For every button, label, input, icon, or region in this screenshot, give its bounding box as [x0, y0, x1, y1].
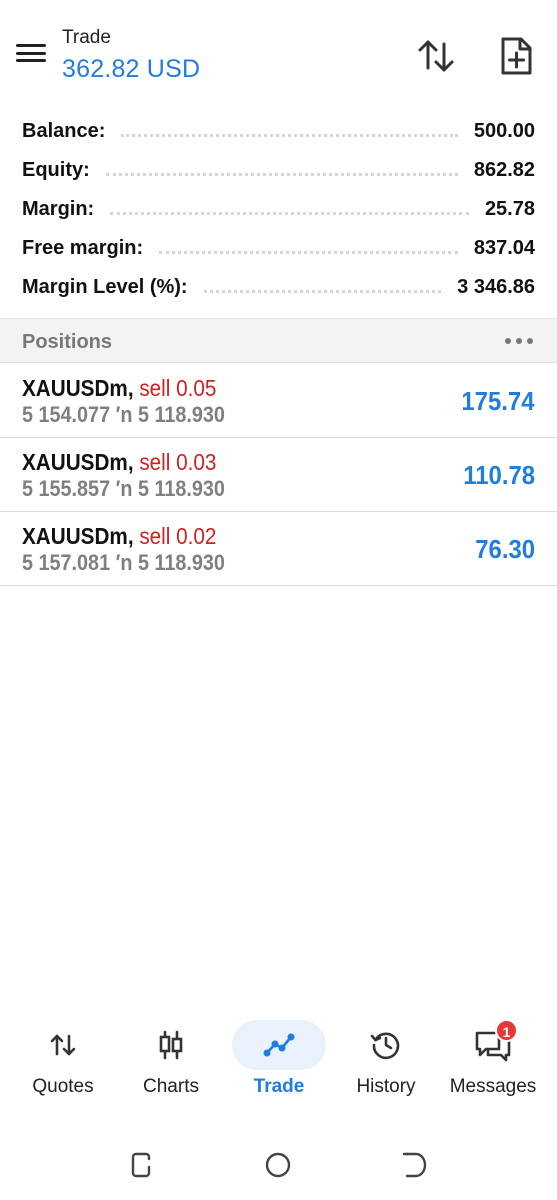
open-price: 5 157.081 — [22, 550, 111, 575]
arrow-separator: ′n — [115, 550, 138, 575]
bottom-navigation: Quotes Charts Trade History 1 Messages — [0, 1010, 557, 1105]
position-row[interactable]: XAUUSDm, sell 0.03 5 155.857 ′n 5 118.93… — [0, 438, 557, 512]
current-price: 5 118.930 — [137, 550, 225, 575]
header-balance: 362.82 USD — [62, 55, 201, 83]
app-header: Trade 362.82 USD — [0, 0, 557, 100]
nav-icon-container — [232, 1020, 326, 1070]
menu-icon-bar — [16, 44, 46, 47]
dot — [505, 338, 511, 344]
position-row[interactable]: XAUUSDm, sell 0.02 5 157.081 ′n 5 118.93… — [0, 512, 557, 586]
dotted-leader — [203, 290, 442, 293]
position-symbol-line: XAUUSDm, sell 0.02 — [22, 523, 216, 550]
dot — [516, 338, 522, 344]
nav-label: Trade — [253, 1076, 305, 1097]
summary-row-margin-level: Margin Level (%): 3 346.86 — [0, 268, 557, 307]
trade-icon — [263, 1033, 295, 1057]
summary-label: Margin: — [22, 198, 95, 220]
account-summary: Balance: 500.00 Equity: 862.82 Margin: 2… — [0, 112, 557, 307]
recent-apps-button[interactable] — [122, 1148, 162, 1182]
position-prices: 5 157.081 ′n 5 118.930 — [22, 550, 225, 576]
dot — [527, 338, 533, 344]
position-profit: 76.30 — [475, 534, 535, 564]
summary-label: Balance: — [22, 120, 106, 142]
nav-label: Charts — [143, 1076, 199, 1097]
nav-icon-container: 1 — [446, 1019, 540, 1070]
nav-label: Quotes — [32, 1076, 94, 1097]
dotted-leader — [159, 251, 458, 254]
back-icon — [402, 1152, 427, 1178]
unread-badge: 1 — [495, 1019, 518, 1042]
trade-screen: Trade 362.82 USD Balance: 500.00 Equity:… — [0, 0, 557, 1200]
new-order-icon[interactable] — [494, 34, 538, 78]
nav-trade[interactable]: Trade — [224, 1010, 334, 1105]
summary-label: Equity: — [22, 159, 90, 181]
dotted-leader — [105, 173, 458, 176]
open-price: 5 154.077 — [22, 402, 111, 427]
position-prices: 5 154.077 ′n 5 118.930 — [22, 402, 225, 428]
summary-row-balance: Balance: 500.00 — [0, 112, 557, 151]
position-prices: 5 155.857 ′n 5 118.930 — [22, 476, 225, 502]
position-symbol: XAUUSDm, — [22, 523, 134, 549]
dotted-leader — [110, 212, 469, 215]
page-title: Trade — [62, 27, 111, 48]
dotted-leader — [121, 134, 458, 137]
nav-icon-container — [124, 1020, 218, 1070]
summary-value: 862.82 — [473, 159, 535, 181]
position-symbol-line: XAUUSDm, sell 0.03 — [22, 449, 216, 476]
menu-icon-bar — [16, 59, 46, 62]
sort-icon[interactable] — [414, 34, 458, 78]
summary-value: 25.78 — [484, 198, 535, 220]
nav-label: Messages — [449, 1076, 537, 1097]
nav-label: History — [356, 1076, 416, 1097]
summary-value: 3 346.86 — [457, 276, 535, 298]
position-profit: 110.78 — [463, 460, 535, 490]
nav-messages[interactable]: 1 Messages — [438, 1010, 548, 1105]
summary-label: Margin Level (%): — [22, 276, 188, 298]
position-side: sell 0.02 — [139, 523, 217, 549]
positions-section-header: Positions — [0, 318, 557, 363]
summary-value: 837.04 — [473, 237, 535, 259]
position-side: sell 0.05 — [139, 375, 217, 401]
menu-icon-bar — [16, 51, 46, 55]
nav-history[interactable]: History — [331, 1010, 441, 1105]
position-row[interactable]: XAUUSDm, sell 0.05 5 154.077 ′n 5 118.93… — [0, 364, 557, 438]
summary-label: Free margin: — [22, 237, 144, 259]
nav-charts[interactable]: Charts — [116, 1010, 226, 1105]
summary-row-free-margin: Free margin: 837.04 — [0, 229, 557, 268]
current-price: 5 118.930 — [137, 476, 225, 501]
open-price: 5 155.857 — [22, 476, 111, 501]
nav-icon-container — [339, 1020, 433, 1070]
positions-title: Positions — [22, 331, 113, 353]
summary-row-margin: Margin: 25.78 — [0, 190, 557, 229]
more-options-icon[interactable] — [505, 331, 533, 351]
nav-quotes[interactable]: Quotes — [8, 1010, 118, 1105]
home-icon — [265, 1152, 291, 1178]
arrow-separator: ′n — [115, 402, 138, 427]
system-navigation-bar — [0, 1140, 557, 1190]
quotes-icon — [50, 1034, 76, 1056]
position-symbol: XAUUSDm, — [22, 449, 134, 475]
position-profit: 175.74 — [461, 386, 535, 416]
positions-list: XAUUSDm, sell 0.05 5 154.077 ′n 5 118.93… — [0, 364, 557, 586]
history-icon — [370, 1032, 400, 1060]
menu-button[interactable] — [14, 38, 48, 68]
charts-icon — [159, 1030, 183, 1060]
position-symbol: XAUUSDm, — [22, 375, 134, 401]
position-side: sell 0.03 — [139, 449, 217, 475]
current-price: 5 118.930 — [137, 402, 225, 427]
recent-apps-icon — [131, 1152, 151, 1178]
position-symbol-line: XAUUSDm, sell 0.05 — [22, 375, 216, 402]
arrow-separator: ′n — [115, 476, 138, 501]
summary-row-equity: Equity: 862.82 — [0, 151, 557, 190]
back-button[interactable] — [394, 1148, 434, 1182]
summary-value: 500.00 — [473, 120, 535, 142]
nav-icon-container — [16, 1020, 110, 1070]
home-button[interactable] — [258, 1148, 298, 1182]
